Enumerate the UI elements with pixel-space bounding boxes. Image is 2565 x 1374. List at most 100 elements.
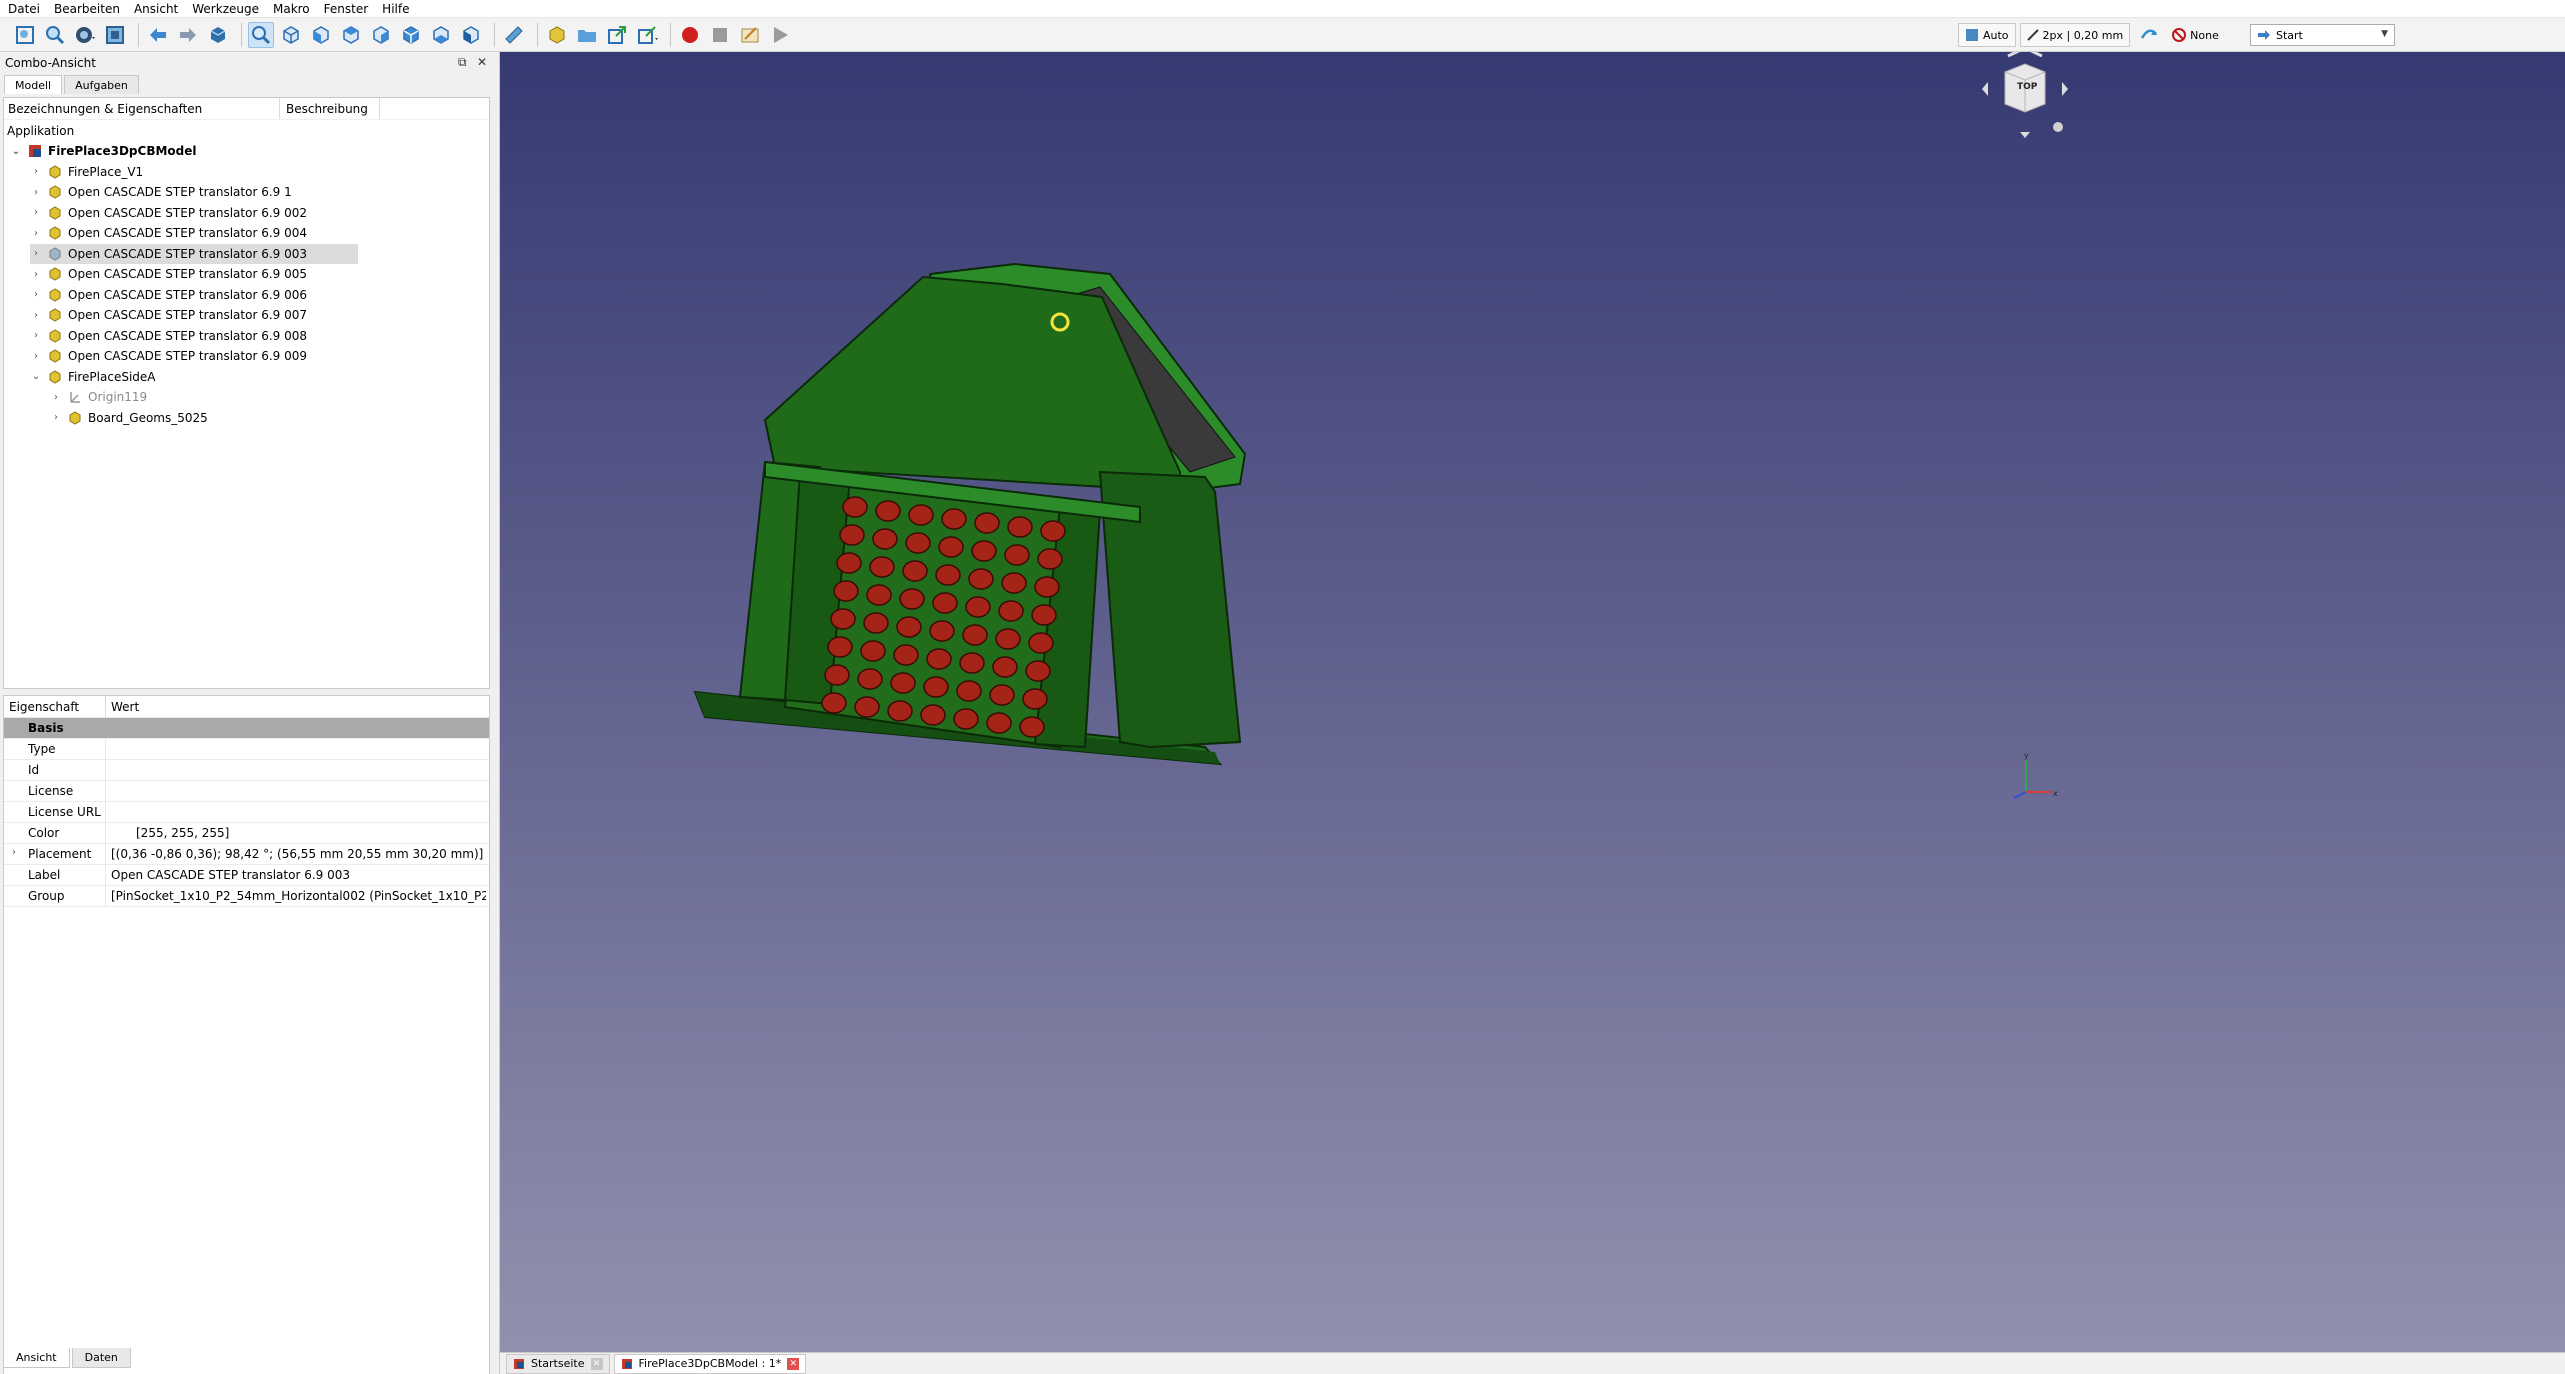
- view-rear-button[interactable]: [398, 22, 424, 48]
- property-row[interactable]: Id: [4, 760, 489, 781]
- property-row[interactable]: Label Open CASCADE STEP translator 6.9 00…: [4, 865, 489, 886]
- draw-style-button[interactable]: [72, 22, 98, 48]
- tree-item[interactable]: › FirePlace_V1: [30, 162, 143, 182]
- tree-item[interactable]: › Open CASCADE STEP translator 6.9 007: [30, 305, 307, 325]
- chevron-right-icon[interactable]: ›: [30, 289, 42, 300]
- 3d-viewport[interactable]: TOP y x: [500, 52, 2565, 1352]
- tree-item[interactable]: › Open CASCADE STEP translator 6.9 009: [30, 346, 307, 366]
- tree-header-description[interactable]: Beschreibung: [280, 98, 380, 119]
- chevron-right-icon[interactable]: ›: [30, 330, 42, 341]
- tree-item[interactable]: › Open CASCADE STEP translator 6.9 006: [30, 285, 307, 305]
- back-button[interactable]: [145, 22, 171, 48]
- navigation-cube[interactable]: TOP: [1980, 52, 2070, 142]
- doc-tab-model[interactable]: FirePlace3DpCBModel : 1* ✕: [613, 1353, 807, 1374]
- tree-item[interactable]: › Open CASCADE STEP translator 6.9 005: [30, 264, 307, 284]
- property-row[interactable]: Group [PinSocket_1x10_P2_54mm_Horizontal0…: [4, 886, 489, 907]
- chevron-right-icon[interactable]: ›: [30, 187, 42, 198]
- property-row[interactable]: License URL: [4, 802, 489, 823]
- close-panel-icon[interactable]: ✕: [477, 55, 487, 69]
- property-row[interactable]: Color [255, 255, 255]: [4, 823, 489, 844]
- menu-makro[interactable]: Makro: [273, 2, 310, 16]
- workbench-selector[interactable]: Start ▼: [2250, 24, 2395, 46]
- chevron-right-icon[interactable]: ›: [30, 228, 42, 239]
- menu-bearbeiten[interactable]: Bearbeiten: [54, 2, 120, 16]
- std-views-button[interactable]: [205, 22, 231, 48]
- bounding-box-button[interactable]: [102, 22, 128, 48]
- tab-daten[interactable]: Daten: [71, 1348, 131, 1368]
- view-top-button[interactable]: [338, 22, 364, 48]
- line-width-field[interactable]: 2px | 0,20 mm: [2019, 23, 2131, 47]
- chevron-right-icon[interactable]: ›: [30, 310, 42, 321]
- create-part-button[interactable]: [544, 22, 570, 48]
- tree-item[interactable]: › Open CASCADE STEP translator 6.9 1: [30, 182, 292, 202]
- view-left-button[interactable]: [458, 22, 484, 48]
- view-zoom-button[interactable]: [248, 21, 274, 48]
- chevron-down-icon[interactable]: ⌄: [10, 146, 22, 157]
- sync-view-button[interactable]: [2136, 22, 2162, 48]
- property-value[interactable]: [255, 255, 255]: [106, 826, 486, 840]
- property-value[interactable]: Open CASCADE STEP translator 6.9 003: [106, 868, 486, 882]
- property-header-value[interactable]: Wert: [106, 700, 139, 714]
- macro-edit-button[interactable]: [737, 22, 763, 48]
- view-isometric-button[interactable]: [278, 22, 304, 48]
- menu-hilfe[interactable]: Hilfe: [382, 2, 409, 16]
- tree-header-labels[interactable]: Bezeichnungen & Eigenschaften: [4, 98, 280, 119]
- tab-aufgaben[interactable]: Aufgaben: [64, 75, 139, 94]
- led: [995, 628, 1021, 650]
- tree-item[interactable]: ⌄ FirePlaceSideA: [30, 367, 156, 387]
- tree-item[interactable]: › Board_Geoms_5025: [50, 408, 208, 428]
- chevron-right-icon[interactable]: ›: [30, 248, 42, 259]
- chevron-right-icon[interactable]: ›: [12, 847, 16, 858]
- doc-tab-startseite[interactable]: Startseite ✕: [506, 1353, 610, 1374]
- tree-item[interactable]: › Open CASCADE STEP translator 6.9 008: [30, 326, 307, 346]
- measure-button[interactable]: [501, 22, 527, 48]
- macro-record-button[interactable]: [677, 22, 703, 48]
- property-row[interactable]: › Placement [(0,36 -0,86 0,36); 98,42 °; (…: [4, 844, 489, 865]
- menu-datei[interactable]: Datei: [8, 2, 40, 16]
- chevron-right-icon[interactable]: ›: [50, 392, 62, 403]
- chevron-right-icon[interactable]: ›: [30, 207, 42, 218]
- tree-item[interactable]: › Open CASCADE STEP translator 6.9 002: [30, 203, 307, 223]
- led: [1004, 544, 1030, 566]
- chevron-right-icon[interactable]: ›: [50, 412, 62, 423]
- tree-item[interactable]: ⌄ FirePlace3DpCBModel: [10, 141, 197, 161]
- part-icon: [48, 164, 62, 179]
- property-row[interactable]: Type: [4, 739, 489, 760]
- chevron-right-icon[interactable]: ›: [30, 269, 42, 280]
- draw-style-field[interactable]: Auto: [1958, 23, 2016, 47]
- close-tab-icon[interactable]: ✕: [787, 1357, 800, 1370]
- create-link-button[interactable]: [604, 22, 630, 48]
- chevron-down-icon[interactable]: ⌄: [30, 371, 42, 382]
- tab-ansicht[interactable]: Ansicht: [3, 1348, 70, 1368]
- tab-modell[interactable]: Modell: [4, 75, 63, 94]
- view-front-button[interactable]: [308, 22, 334, 48]
- tree-item[interactable]: › Open CASCADE STEP translator 6.9 004: [30, 223, 307, 243]
- float-panel-icon[interactable]: ⧉: [458, 55, 467, 70]
- link-actions-button[interactable]: [634, 22, 660, 48]
- fit-selection-button[interactable]: [42, 22, 68, 48]
- property-value[interactable]: [PinSocket_1x10_P2_54mm_Horizontal002 (P…: [106, 889, 486, 903]
- macro-run-button[interactable]: [767, 22, 793, 48]
- view-right-button[interactable]: [368, 22, 394, 48]
- tree-item[interactable]: › Open CASCADE STEP translator 6.9 003: [30, 243, 358, 264]
- part-icon: [48, 287, 62, 302]
- close-tab-icon[interactable]: ✕: [590, 1357, 603, 1370]
- macro-stop-button[interactable]: [707, 22, 733, 48]
- fit-all-button[interactable]: [12, 22, 38, 48]
- property-name: License: [4, 781, 106, 801]
- selection-filter[interactable]: None: [2172, 28, 2219, 42]
- property-group-basis[interactable]: Basis: [4, 718, 489, 739]
- forward-button[interactable]: [175, 22, 201, 48]
- menu-fenster[interactable]: Fenster: [324, 2, 369, 16]
- menu-werkzeuge[interactable]: Werkzeuge: [192, 2, 259, 16]
- tree-item[interactable]: › Origin119: [50, 387, 147, 407]
- property-value[interactable]: [(0,36 -0,86 0,36); 98,42 °; (56,55 mm 2…: [106, 847, 486, 861]
- view-bottom-button[interactable]: [428, 22, 454, 48]
- menu-ansicht[interactable]: Ansicht: [134, 2, 178, 16]
- chevron-right-icon[interactable]: ›: [30, 166, 42, 177]
- nav-cube-icon: [1982, 52, 2068, 138]
- property-row[interactable]: License: [4, 781, 489, 802]
- chevron-right-icon[interactable]: ›: [30, 351, 42, 362]
- create-group-button[interactable]: [574, 22, 600, 48]
- property-header-name[interactable]: Eigenschaft: [4, 696, 106, 717]
